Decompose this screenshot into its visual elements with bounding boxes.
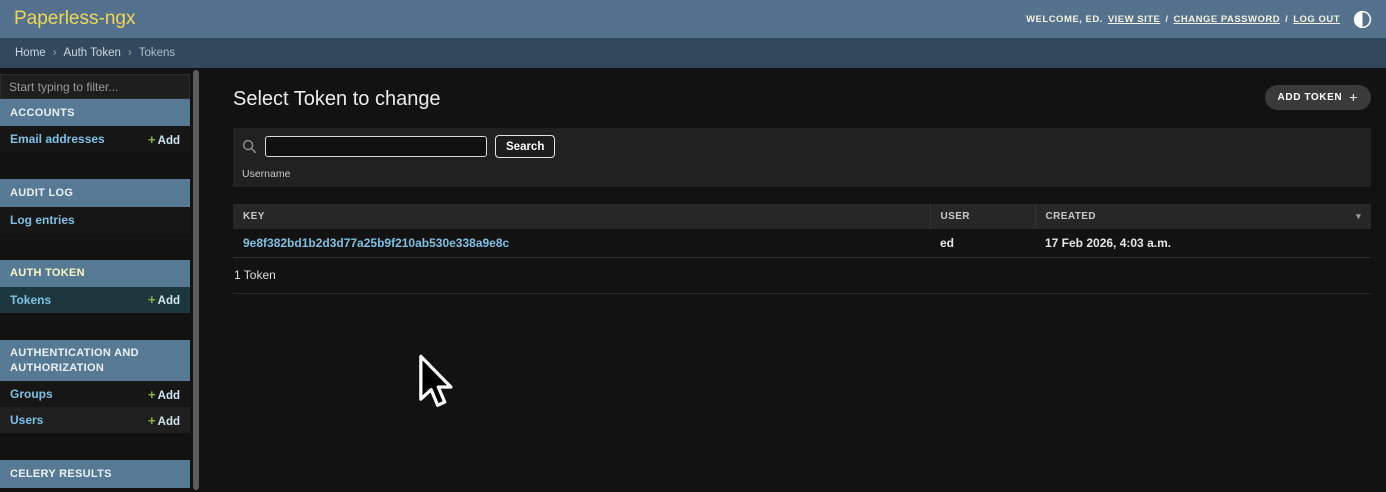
sidebar-item-email-addresses[interactable]: Email addresses +Add: [0, 126, 190, 152]
object-count: 1 Token: [233, 258, 1371, 294]
sidebar-section-auth-token: AUTH TOKEN Tokens +Add: [0, 260, 190, 313]
add-icon: +: [148, 132, 156, 147]
sidebar-item-tokens[interactable]: Tokens +Add: [0, 287, 190, 313]
sidebar-section-audit-log: AUDIT LOG Log entries: [0, 179, 190, 232]
section-title: AUTHENTICATION AND AUTHORIZATION: [0, 340, 190, 382]
sidebar-item-log-entries[interactable]: Log entries: [0, 207, 190, 233]
search-input[interactable]: [265, 136, 487, 157]
view-site-link[interactable]: VIEW SITE: [1108, 14, 1161, 25]
search-icon: [242, 139, 257, 154]
column-header-user[interactable]: USER: [930, 204, 1035, 229]
link-separator: /: [1285, 14, 1288, 25]
plus-icon: +: [1349, 89, 1358, 105]
add-icon: +: [148, 292, 156, 307]
add-email-address-link[interactable]: +Add: [148, 132, 180, 147]
section-title: ACCOUNTS: [0, 99, 190, 126]
token-created-cell: 17 Feb 2026, 4:03 a.m.: [1035, 229, 1371, 258]
column-header-created[interactable]: CREATED ▾: [1035, 204, 1371, 229]
welcome-text: WELCOME, ED.: [1026, 14, 1103, 25]
section-title: AUDIT LOG: [0, 179, 190, 206]
add-token-link[interactable]: +Add: [148, 292, 180, 307]
breadcrumb-auth-token[interactable]: Auth Token: [64, 47, 121, 59]
breadcrumb-home[interactable]: Home: [15, 47, 46, 59]
add-token-button[interactable]: ADD TOKEN +: [1265, 85, 1371, 110]
breadcrumb-separator: ›: [128, 47, 132, 59]
token-key-link[interactable]: 9e8f382bd1b2d3d77a25b9f210ab530e338a9e8c: [243, 236, 509, 250]
change-password-link[interactable]: CHANGE PASSWORD: [1174, 14, 1281, 25]
add-icon: +: [148, 413, 156, 428]
add-icon: +: [148, 387, 156, 402]
sidebar-item-groups[interactable]: Groups +Add: [0, 381, 190, 407]
sidebar-section-accounts: ACCOUNTS Email addresses +Add: [0, 99, 190, 152]
token-user-cell: ed: [930, 229, 1035, 258]
search-module: Search Username: [233, 128, 1371, 187]
section-title: AUTH TOKEN: [0, 260, 190, 287]
sidebar-item-label[interactable]: Email addresses: [10, 132, 105, 146]
brand-logo[interactable]: Paperless-ngx: [14, 8, 135, 30]
theme-toggle-icon[interactable]: [1353, 10, 1372, 29]
column-header-key[interactable]: KEY: [233, 204, 930, 229]
breadcrumb: Home › Auth Token › Tokens: [0, 38, 1386, 68]
table-header-row: KEY USER CREATED ▾: [233, 204, 1371, 229]
sidebar-item-label[interactable]: Log entries: [10, 213, 75, 227]
sidebar-item-users[interactable]: Users +Add: [0, 407, 190, 433]
sort-options-icon[interactable]: ▾: [1356, 211, 1361, 222]
add-group-link[interactable]: +Add: [148, 387, 180, 402]
sidebar-section-celery-results: CELERY RESULTS: [0, 460, 190, 487]
token-table: KEY USER CREATED ▾ 9e8f382bd1b2d3d77a25b…: [233, 204, 1371, 258]
breadcrumb-current: Tokens: [139, 47, 175, 59]
sidebar-item-label[interactable]: Users: [10, 413, 43, 427]
app-header: Paperless-ngx WELCOME, ED. VIEW SITE / C…: [0, 0, 1386, 38]
search-field-label: Username: [242, 168, 1362, 180]
table-row: 9e8f382bd1b2d3d77a25b9f210ab530e338a9e8c…: [233, 229, 1371, 258]
sidebar-section-authentication: AUTHENTICATION AND AUTHORIZATION Groups …: [0, 340, 190, 434]
log-out-link[interactable]: LOG OUT: [1293, 14, 1340, 25]
nav-sidebar: ACCOUNTS Email addresses +Add AUDIT LOG …: [0, 68, 205, 492]
sidebar-scrollbar[interactable]: [193, 70, 199, 490]
breadcrumb-separator: ›: [53, 47, 57, 59]
sidebar-filter-input[interactable]: [0, 74, 190, 99]
search-button[interactable]: Search: [495, 135, 555, 158]
user-tools: WELCOME, ED. VIEW SITE / CHANGE PASSWORD…: [1026, 10, 1372, 29]
add-user-link[interactable]: +Add: [148, 413, 180, 428]
sidebar-item-label[interactable]: Tokens: [10, 293, 51, 307]
link-separator: /: [1165, 14, 1168, 25]
section-title: CELERY RESULTS: [0, 460, 190, 487]
page-title: Select Token to change: [233, 88, 441, 111]
sidebar-item-label[interactable]: Groups: [10, 387, 53, 401]
main-content: Select Token to change ADD TOKEN + Searc…: [205, 68, 1386, 492]
